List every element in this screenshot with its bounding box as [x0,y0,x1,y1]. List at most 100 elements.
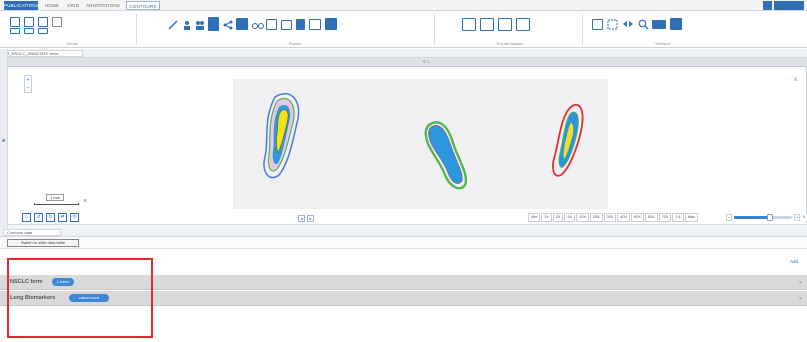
tissue-sample-right [552,103,584,177]
chevron-down-icon[interactable]: ⌄ [798,278,803,285]
viewport-sync-icon[interactable] [622,19,634,30]
layout-single-icon[interactable] [462,18,476,31]
share-icon[interactable] [223,20,233,30]
zoom-slider-plus[interactable]: + [794,214,800,221]
server-sub-icon-1[interactable] [10,28,20,34]
group-label-layouts: Pre-set layouts [496,41,524,46]
viewer-header: © ⌂ [8,58,807,67]
table-icon[interactable] [266,19,277,30]
zoom-level-button[interactable]: 30X [603,213,617,222]
viewport-crop-icon[interactable] [607,19,618,30]
viewport-wide-icon[interactable] [652,20,666,29]
zoom-level-button[interactable]: 40X [617,213,631,222]
add-link[interactable]: Add [790,259,798,264]
zoom-level-button[interactable]: 70X [658,213,672,222]
zoom-level-button[interactable]: 80X [644,213,658,222]
nav-rotate-right-icon[interactable]: ↻ [46,213,55,222]
zoom-slider-value: 0 [801,214,807,221]
ribbon-toolbar: Server Panels Pre-set layouts Viewport [0,11,807,48]
zoom-slider[interactable] [734,214,792,221]
zoom-in-button[interactable]: + [25,76,31,84]
page-prev-button[interactable]: ◂ [298,215,305,222]
viewer-header-label: © ⌂ [423,59,430,64]
pen-icon[interactable] [168,20,178,30]
scale-bar: 1 mm × [34,194,87,206]
document-tab-strip: T_NSCLC_ANNOTATE.mrxs [0,49,807,58]
nav-flip-icon[interactable]: ⇄ [58,213,67,222]
server-list-icon[interactable] [24,17,34,27]
viewport-zoom-icon[interactable] [638,19,649,30]
group-label-server: Server [66,41,78,46]
menu-tab-annotations[interactable]: ANNOTATIONS [84,1,122,10]
ribbon-divider [136,14,137,45]
slide-viewer[interactable]: + − 1 x [8,67,807,224]
page-next-button[interactable]: ▸ [307,215,314,222]
document-tab[interactable]: T_NSCLC_ANNOTATE.mrxs [3,50,83,57]
menu-tab-grid[interactable]: GRID [64,1,82,10]
ribbon-divider [434,14,435,45]
zoom-level-button[interactable]: Max [684,213,698,222]
menu-bar: PUBLICATIONS HOME GRID ANNOTATIONS CONTO… [0,0,807,11]
server-search-icon[interactable] [52,17,62,27]
layout-three-icon[interactable] [498,18,512,31]
tissue-sample-middle [424,121,468,190]
menu-tab-home[interactable]: HOME [42,1,62,10]
nav-reset-icon[interactable]: ⟲ [70,213,79,222]
binoculars-icon[interactable] [252,20,264,30]
server-sub-icon-2[interactable] [24,28,34,34]
scale-close-icon[interactable]: × [83,198,87,205]
switch-table-button[interactable]: Switch to slide data table [7,239,79,247]
people-icon[interactable] [195,20,205,30]
rail-handle-icon[interactable] [2,139,5,142]
app-root: PUBLICATIONS HOME GRID ANNOTATIONS CONTO… [0,0,807,342]
nav-rotate-left-icon[interactable]: ↺ [34,213,43,222]
tissue-contours [263,93,584,190]
zoom-out-button[interactable]: − [25,84,31,92]
zoom-level-button[interactable]: 1X [541,213,552,222]
zoom-level-button[interactable]: 5X [564,213,576,222]
slide-image[interactable] [233,79,608,209]
viewport-camera-icon[interactable] [670,18,682,30]
server-sub-icon-3[interactable] [38,28,48,34]
zoom-level-bar: Min 1X 2X 5X 10X 20X 30X 40X 60X 80X 70X… [528,213,698,222]
ribbon-divider [582,14,583,45]
image-panel-icon[interactable] [325,18,337,30]
window-icon[interactable] [309,19,321,30]
close-viewer-icon[interactable]: x [794,77,797,83]
menu-tab-publications[interactable]: PUBLICATIONS [4,1,39,10]
menu-tab-contours[interactable]: CONTOURS [126,1,160,10]
zoom-level-button[interactable]: 60X [631,213,644,222]
panel-button-row: Switch to slide data table [0,237,807,249]
layout-two-icon[interactable] [480,18,494,31]
chevron-down-icon[interactable]: ⌄ [798,294,803,301]
zoom-level-button[interactable]: 10X [576,213,589,222]
book-icon[interactable] [296,19,305,30]
zoom-level-button[interactable]: 20X [589,213,603,222]
person-icon[interactable] [182,20,192,30]
layout-four-icon[interactable] [516,18,530,31]
account-button[interactable] [774,1,804,10]
zoom-level-button[interactable]: 1:1 [672,213,684,222]
panel-tab-strip: Contours data [0,228,807,237]
server-open-icon[interactable] [10,17,20,27]
tray-icon[interactable] [281,20,292,30]
contours-data-tab[interactable]: Contours data [3,229,61,236]
zoom-slider-fill [734,216,770,219]
zoom-level-button[interactable]: 2X [552,213,564,222]
scale-line [34,203,79,205]
slide-panel-icon[interactable] [236,18,248,30]
zoom-level-button[interactable]: Min [528,213,541,222]
panel-selected-icon[interactable] [208,17,219,31]
group-label-viewport: Viewport [655,41,671,46]
server-save-icon[interactable] [38,17,48,27]
left-collapse-rail[interactable] [0,49,8,228]
highlight-annotation-box [7,258,153,338]
zoom-slider-minus[interactable]: − [726,214,732,221]
zoom-slider-handle[interactable] [766,214,773,221]
viewport-fit-icon[interactable] [592,19,603,30]
tissue-sample-left [263,93,300,179]
zoom-control: + − [24,75,32,93]
window-minimize-button[interactable] [763,1,772,10]
scale-label: 1 mm [46,194,64,201]
nav-home-icon[interactable]: ⌂ [22,213,31,222]
